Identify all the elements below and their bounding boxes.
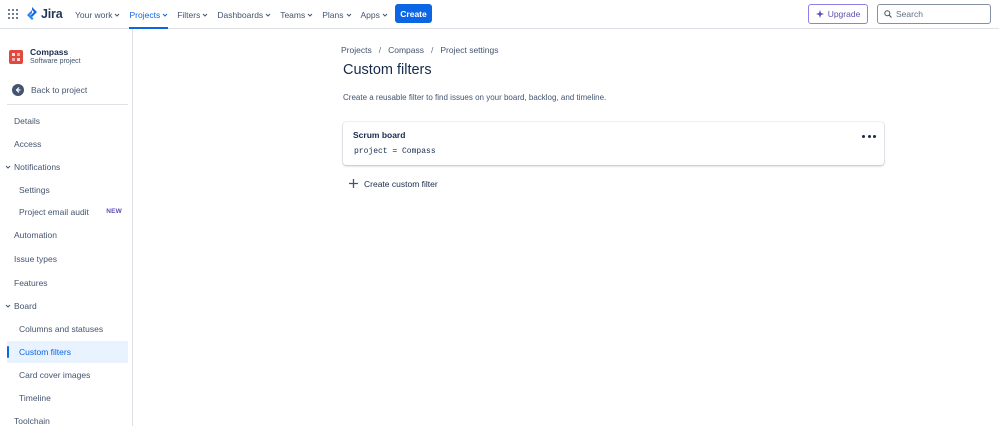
sidebar-item-toolchain[interactable]: Toolchain [7, 410, 128, 426]
nav-label: Apps [360, 9, 380, 20]
filter-name: Scrum board [353, 130, 406, 140]
sidebar-item-label: Board [14, 301, 37, 311]
sidebar-item-details[interactable]: Details [7, 110, 128, 132]
create-custom-filter-button[interactable]: Create custom filter [348, 178, 438, 189]
upgrade-button[interactable]: Upgrade [808, 4, 868, 24]
more-actions-icon[interactable] [862, 130, 876, 142]
nav-filters[interactable]: Filters [177, 0, 208, 29]
chevron-down-icon [5, 165, 11, 169]
project-name: Compass [30, 47, 69, 57]
nav-label: Teams [280, 9, 306, 20]
chevron-down-icon [382, 13, 388, 17]
sidebar-item-label: Custom filters [19, 347, 71, 357]
sidebar-item-columns-and-statuses[interactable]: Columns and statuses [7, 318, 128, 340]
jira-logo-icon [27, 7, 37, 20]
sidebar-item-label: Notifications [14, 162, 61, 172]
nav-label: Filters [177, 9, 201, 20]
create-button[interactable]: Create [395, 4, 432, 23]
new-badge: NEW [106, 208, 122, 215]
chevron-down-icon [307, 13, 313, 17]
nav-label: Dashboards [217, 9, 264, 20]
sidebar-item-custom-filters[interactable]: Custom filters [7, 341, 128, 363]
project-settings-sidebar: Compass Software project Back to project… [0, 29, 133, 426]
nav-plans[interactable]: Plans [322, 0, 351, 29]
product-name: Jira [41, 7, 63, 21]
sidebar-item-label: Details [14, 116, 40, 126]
search-input[interactable] [896, 9, 986, 19]
sidebar-item-card-cover-images[interactable]: Card cover images [7, 364, 128, 386]
nav-label: Plans [322, 9, 344, 20]
sidebar-item-label: Issue types [14, 254, 57, 264]
sidebar-group-notifications[interactable]: Notifications [5, 156, 128, 178]
project-header[interactable]: Compass Software project [9, 47, 81, 66]
search-icon [884, 10, 892, 18]
sidebar-item-label: Columns and statuses [19, 324, 104, 334]
breadcrumb-separator: / [431, 45, 434, 55]
chevron-down-icon [265, 13, 271, 17]
sidebar-item-label: Automation [14, 230, 57, 240]
sidebar-item-access[interactable]: Access [7, 133, 128, 155]
nav-dashboards[interactable]: Dashboards [217, 0, 271, 29]
project-avatar [9, 49, 23, 64]
search-field[interactable] [877, 4, 991, 24]
breadcrumb-compass[interactable]: Compass [388, 45, 424, 55]
sidebar-group-board[interactable]: Board [5, 295, 128, 317]
sidebar-item-label: Access [14, 139, 42, 149]
sidebar-item-features[interactable]: Features [7, 272, 128, 294]
project-type: Software project [30, 58, 81, 65]
filter-query: project = Compass [354, 147, 436, 156]
plus-icon [349, 179, 358, 188]
chevron-down-icon [346, 13, 351, 17]
sparkle-icon [815, 10, 824, 18]
page-description: Create a reusable filter to find issues … [343, 93, 607, 102]
sidebar-item-label: Toolchain [14, 416, 50, 426]
nav-label: Your work [75, 9, 113, 20]
nav-your-work[interactable]: Your work [75, 0, 120, 29]
chevron-down-icon [202, 13, 208, 17]
upgrade-label: Upgrade [827, 9, 861, 19]
nav-label: Projects [129, 9, 161, 20]
top-navigation-bar: Jira Your work Projects Filters Dashboar… [0, 0, 999, 29]
compass-project-icon [12, 52, 20, 61]
sidebar-item-label: Project email audit [19, 207, 89, 217]
breadcrumb-project-settings[interactable]: Project settings [440, 45, 498, 55]
primary-nav: Your work Projects Filters Dashboards Te… [75, 0, 397, 29]
sidebar-divider [7, 104, 128, 105]
page-title: Custom filters [343, 62, 432, 78]
jira-logo[interactable]: Jira [26, 7, 63, 21]
chevron-down-icon [115, 13, 120, 17]
sidebar-item-project-email-audit[interactable]: Project email audit NEW [7, 201, 128, 223]
sidebar-item-label: Timeline [19, 393, 51, 403]
chevron-down-icon [5, 304, 11, 308]
nav-projects[interactable]: Projects [129, 0, 168, 29]
nav-teams[interactable]: Teams [280, 0, 313, 29]
nav-apps[interactable]: Apps [361, 0, 388, 29]
breadcrumb: Projects / Compass / Project settings [341, 45, 499, 55]
sidebar-item-timeline[interactable]: Timeline [7, 387, 128, 409]
breadcrumb-separator: / [378, 45, 382, 55]
chevron-down-icon [162, 13, 168, 17]
breadcrumb-projects[interactable]: Projects [341, 45, 372, 55]
back-label: Back to project [31, 85, 88, 95]
app-switcher-icon[interactable] [8, 9, 18, 19]
sidebar-item-label: Settings [19, 185, 50, 195]
sidebar-item-automation[interactable]: Automation [7, 224, 128, 246]
arrow-left-icon [12, 84, 24, 96]
sidebar-item-settings[interactable]: Settings [7, 179, 128, 201]
sidebar-item-label: Features [14, 278, 48, 288]
sidebar-item-label: Card cover images [19, 370, 91, 380]
back-to-project-link[interactable]: Back to project [12, 84, 87, 96]
sidebar-item-issue-types[interactable]: Issue types [7, 248, 128, 270]
create-filter-label: Create custom filter [364, 178, 438, 189]
filter-card: Scrum board project = Compass [343, 122, 884, 165]
